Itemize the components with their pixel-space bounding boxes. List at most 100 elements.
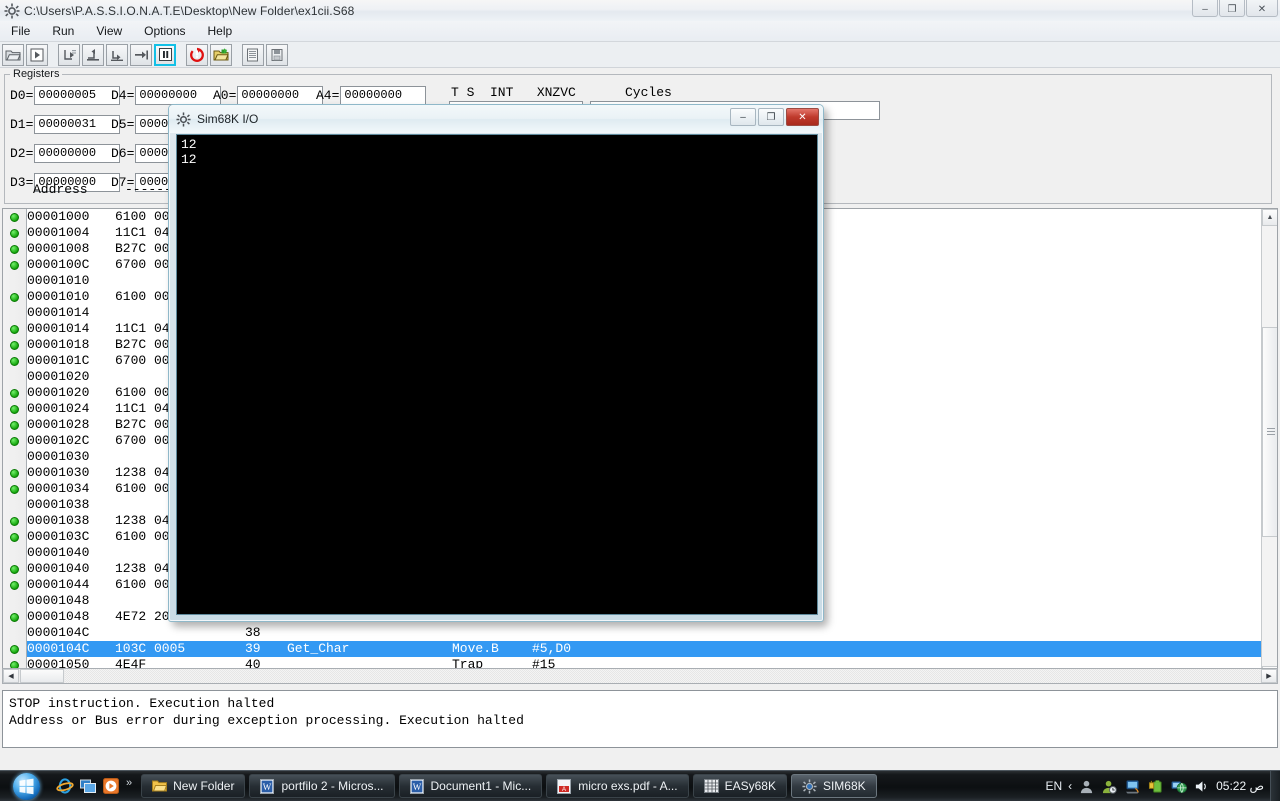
breakpoint-dot-icon[interactable] — [10, 533, 19, 542]
disassembly-vertical-scrollbar[interactable]: ▲ ▼ — [1261, 209, 1277, 683]
io-title-bar[interactable]: Sim68K I/O – ❐ ✕ — [169, 105, 823, 133]
breakpoint-dot-icon[interactable] — [10, 437, 19, 446]
taskbar-item-easy68k[interactable]: EASy68K — [692, 774, 787, 798]
breakpoint-dot-icon[interactable] — [10, 565, 19, 574]
breakpoint-dot-icon[interactable] — [10, 213, 19, 222]
io-window-title: Sim68K I/O — [197, 112, 259, 126]
menu-item-run[interactable]: Run — [41, 22, 85, 40]
start-button[interactable] — [0, 772, 52, 801]
user-clock-icon[interactable] — [1101, 778, 1118, 795]
memory-view-button[interactable] — [242, 43, 264, 66]
breakpoint-dot-icon[interactable] — [10, 469, 19, 478]
scroll-up-arrow-icon[interactable]: ▲ — [1262, 209, 1277, 226]
open-file-button[interactable] — [2, 43, 24, 66]
pdf-icon: A — [557, 778, 572, 794]
battery-plug-icon[interactable] — [1147, 778, 1164, 795]
disassembly-row[interactable]: 0000104C 103C 0005 39 Get_Char Move.B #5,D0 — [27, 641, 1261, 657]
menu-item-file[interactable]: File — [0, 22, 41, 40]
row-address: 0000101C — [27, 353, 90, 368]
horizontal-scroll-track[interactable] — [65, 669, 1260, 683]
breakpoint-dot-icon[interactable] — [10, 357, 19, 366]
register-row-d1: D1= 00000031 — [10, 113, 121, 135]
disassembly-horizontal-scrollbar[interactable]: ◀ ▶ — [2, 668, 1278, 684]
maximize-button[interactable]: ❐ — [1219, 0, 1245, 17]
close-button[interactable]: ✕ — [1246, 0, 1278, 17]
breakpoint-dot-icon[interactable] — [10, 389, 19, 398]
io-maximize-button[interactable]: ❐ — [758, 108, 784, 126]
media-player-icon[interactable] — [101, 776, 121, 796]
taskbar-label: Document1 - Mic... — [430, 779, 532, 793]
internet-explorer-icon[interactable] — [55, 776, 75, 796]
tray-overflow-chevron-icon[interactable]: ‹ — [1068, 779, 1072, 793]
show-desktop-button[interactable] — [1270, 771, 1280, 801]
register-value-d1[interactable]: 00000031 — [34, 114, 121, 134]
breakpoint-dot-icon[interactable] — [10, 261, 19, 270]
breakpoint-dot-icon[interactable] — [10, 341, 19, 350]
save-state-button[interactable] — [266, 43, 288, 66]
network-monitor-icon[interactable] — [1124, 778, 1141, 795]
breakpoint-dot-icon[interactable] — [10, 421, 19, 430]
taskbar-item-sim68k[interactable]: SIM68K — [790, 774, 877, 798]
quick-launch-overflow-icon[interactable]: » — [126, 777, 132, 789]
switch-windows-icon[interactable] — [78, 776, 98, 796]
io-close-button[interactable]: ✕ — [786, 108, 819, 126]
taskbar-label: portfilo 2 - Micros... — [281, 779, 384, 793]
menu-bar: File Run View Options Help — [0, 21, 1280, 42]
breakpoint-dot-icon[interactable] — [10, 245, 19, 254]
breakpoint-dot-icon[interactable] — [10, 613, 19, 622]
taskbar-label: SIM68K — [822, 779, 866, 793]
pause-button[interactable] — [154, 43, 176, 66]
disassembly-row[interactable]: 0000104C 38 — [27, 625, 1261, 641]
reload-file-button[interactable] — [210, 43, 232, 66]
register-value-d2[interactable]: 00000000 — [34, 143, 121, 163]
breakpoint-gutter[interactable] — [3, 209, 27, 683]
breakpoint-dot-icon[interactable] — [10, 645, 19, 654]
register-value-d0[interactable]: 00000005 — [34, 85, 121, 105]
scroll-right-arrow-icon[interactable]: ▶ — [1261, 669, 1277, 683]
register-row-a0: A0= 00000000 — [213, 84, 324, 106]
taskbar-item-document1[interactable]: W Document1 - Mic... — [398, 774, 543, 798]
row-address: 0000103C — [27, 529, 90, 544]
taskbar-clock[interactable]: 05:22 ص — [1216, 779, 1264, 793]
breakpoint-dot-icon[interactable] — [10, 581, 19, 590]
reset-button[interactable] — [186, 43, 208, 66]
run-to-cursor-button[interactable] — [130, 43, 152, 66]
network-globe-icon[interactable] — [1170, 778, 1187, 795]
taskbar-label: micro exs.pdf - A... — [578, 779, 678, 793]
taskbar-item-portfilo2[interactable]: W portfilo 2 - Micros... — [249, 774, 395, 798]
io-console-output[interactable]: 12 12 — [176, 134, 818, 615]
breakpoint-dot-icon[interactable] — [10, 405, 19, 414]
breakpoint-dot-icon[interactable] — [10, 517, 19, 526]
taskbar-item-new-folder[interactable]: New Folder — [141, 774, 246, 798]
minimize-button[interactable]: – — [1192, 0, 1218, 17]
step-out-button[interactable] — [106, 43, 128, 66]
menu-item-help[interactable]: Help — [197, 22, 244, 40]
breakpoint-dot-icon[interactable] — [10, 325, 19, 334]
volume-icon[interactable] — [1193, 778, 1210, 795]
toolbar — [0, 42, 1280, 68]
sim68k-application-window: C:\Users\P.A.S.S.I.O.N.A.T.E\Desktop\New… — [0, 0, 1280, 770]
register-value-a0[interactable]: 00000000 — [237, 85, 324, 105]
taskbar-item-micro-exs-pdf[interactable]: A micro exs.pdf - A... — [546, 774, 689, 798]
row-address: 00001010 — [27, 289, 90, 304]
sim68k-io-window[interactable]: Sim68K I/O – ❐ ✕ 12 12 — [168, 104, 828, 627]
vertical-scroll-thumb[interactable] — [1262, 327, 1277, 537]
horizontal-scroll-thumb[interactable] — [20, 669, 64, 683]
run-button[interactable] — [26, 43, 48, 66]
register-value-a4[interactable]: 00000000 — [340, 85, 427, 105]
language-indicator[interactable]: EN — [1045, 779, 1062, 793]
step-over-button[interactable] — [82, 43, 104, 66]
breakpoint-dot-icon[interactable] — [10, 293, 19, 302]
register-value-d4[interactable]: 00000000 — [135, 85, 222, 105]
step-into-button[interactable] — [58, 43, 80, 66]
breakpoint-dot-icon[interactable] — [10, 485, 19, 494]
menu-item-options[interactable]: Options — [133, 22, 196, 40]
io-minimize-button[interactable]: – — [730, 108, 756, 126]
row-address: 00001040 — [27, 561, 90, 576]
breakpoint-dot-icon[interactable] — [10, 229, 19, 238]
user-account-icon[interactable] — [1078, 778, 1095, 795]
menu-item-view[interactable]: View — [85, 22, 133, 40]
run-to-cursor-icon — [134, 48, 149, 62]
address-column-header: Address — [33, 182, 88, 197]
scroll-left-arrow-icon[interactable]: ◀ — [3, 669, 19, 683]
